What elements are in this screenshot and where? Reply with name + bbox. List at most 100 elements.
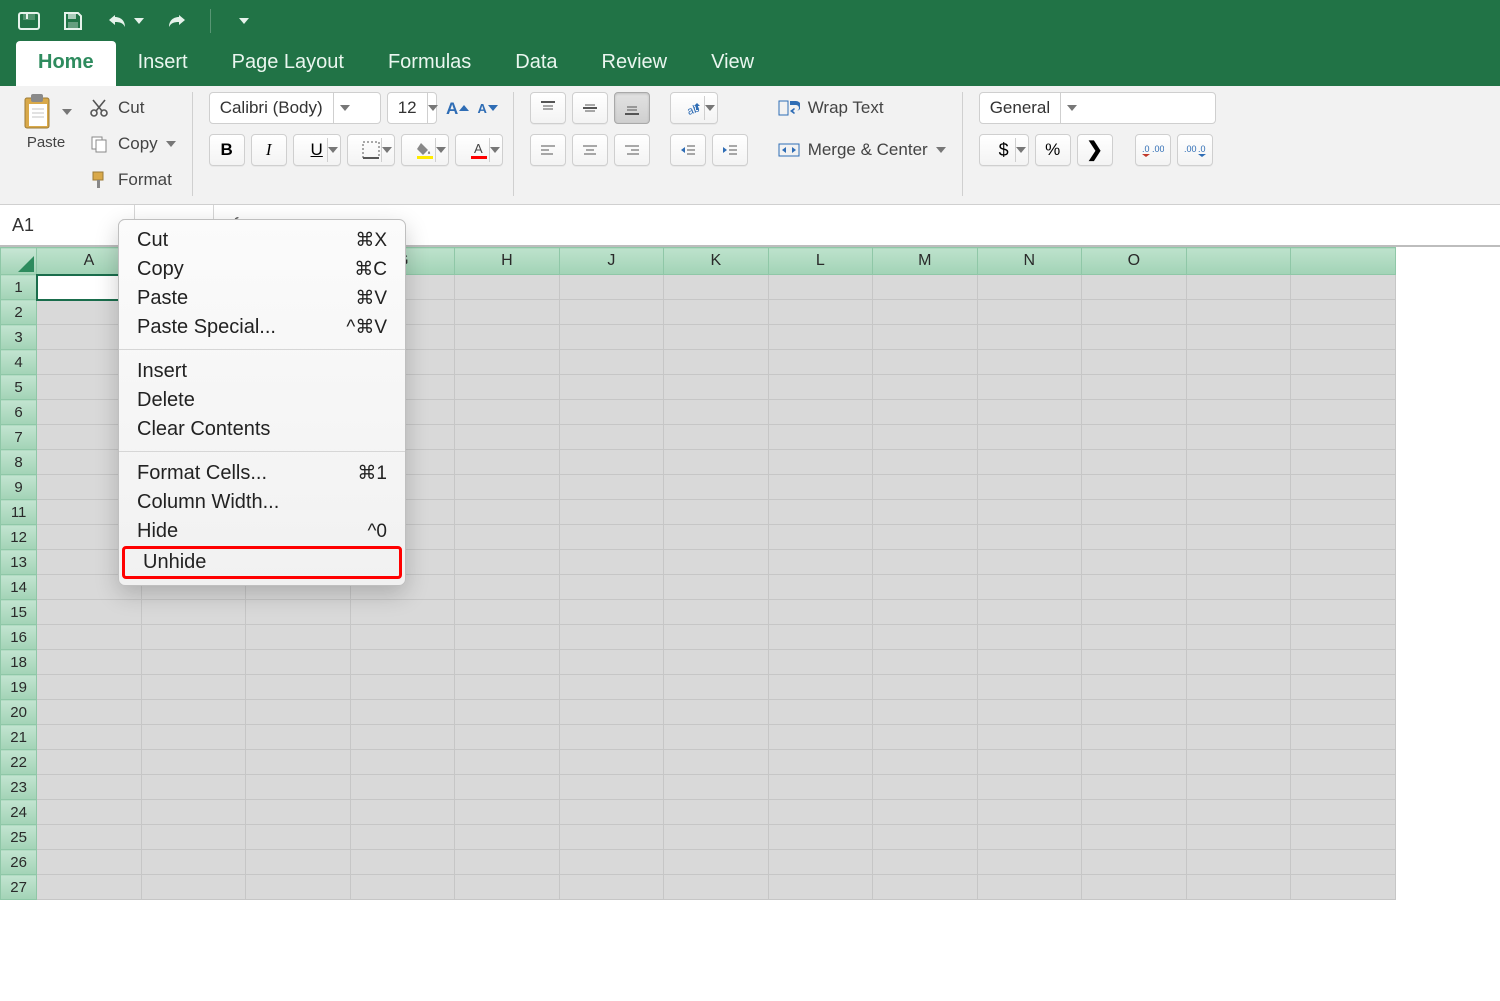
cell[interactable] bbox=[559, 850, 663, 875]
increase-decimal-button[interactable]: .0.00 bbox=[1135, 134, 1171, 166]
cell[interactable] bbox=[977, 275, 1081, 300]
currency-button[interactable]: $ bbox=[979, 134, 1029, 166]
cell[interactable] bbox=[141, 625, 245, 650]
cell[interactable] bbox=[873, 275, 977, 300]
cell[interactable] bbox=[246, 625, 350, 650]
col-header[interactable]: M bbox=[873, 248, 977, 275]
cell[interactable] bbox=[455, 650, 559, 675]
cell[interactable] bbox=[1186, 775, 1290, 800]
cell[interactable] bbox=[768, 800, 872, 825]
cell[interactable] bbox=[559, 400, 663, 425]
cell[interactable] bbox=[873, 350, 977, 375]
tab-formulas[interactable]: Formulas bbox=[366, 41, 493, 86]
row-header[interactable]: 6 bbox=[1, 400, 37, 425]
context-menu-item[interactable]: Hide^0 bbox=[119, 517, 405, 546]
cell[interactable] bbox=[246, 825, 350, 850]
cell[interactable] bbox=[768, 625, 872, 650]
row-header[interactable]: 23 bbox=[1, 775, 37, 800]
cell[interactable] bbox=[37, 650, 141, 675]
cell[interactable] bbox=[768, 425, 872, 450]
cell[interactable] bbox=[977, 500, 1081, 525]
cell[interactable] bbox=[455, 300, 559, 325]
cell[interactable] bbox=[246, 775, 350, 800]
cell[interactable] bbox=[1082, 650, 1186, 675]
cell[interactable] bbox=[246, 725, 350, 750]
orientation-button[interactable]: ab bbox=[670, 92, 718, 124]
row-header[interactable]: 19 bbox=[1, 675, 37, 700]
cell[interactable] bbox=[873, 675, 977, 700]
cell[interactable] bbox=[768, 600, 872, 625]
cell[interactable] bbox=[455, 275, 559, 300]
cell[interactable] bbox=[977, 875, 1081, 900]
cell[interactable] bbox=[1082, 375, 1186, 400]
cell[interactable] bbox=[1082, 550, 1186, 575]
cell[interactable] bbox=[559, 275, 663, 300]
cell[interactable] bbox=[977, 450, 1081, 475]
cell[interactable] bbox=[1186, 275, 1290, 300]
cell[interactable] bbox=[559, 500, 663, 525]
cell[interactable] bbox=[559, 750, 663, 775]
cell[interactable] bbox=[664, 500, 768, 525]
cell[interactable] bbox=[1291, 775, 1395, 800]
cell[interactable] bbox=[1186, 550, 1290, 575]
cell[interactable] bbox=[37, 850, 141, 875]
cell[interactable] bbox=[1082, 500, 1186, 525]
cell[interactable] bbox=[246, 800, 350, 825]
cell[interactable] bbox=[559, 600, 663, 625]
cell[interactable] bbox=[768, 325, 872, 350]
cell[interactable] bbox=[664, 700, 768, 725]
cell[interactable] bbox=[37, 750, 141, 775]
wrap-text-button[interactable]: Wrap Text bbox=[772, 92, 952, 124]
context-menu-item[interactable]: Paste⌘V bbox=[119, 284, 405, 313]
cell[interactable] bbox=[873, 800, 977, 825]
cell[interactable] bbox=[768, 825, 872, 850]
cell[interactable] bbox=[1186, 575, 1290, 600]
cell[interactable] bbox=[141, 700, 245, 725]
cell[interactable] bbox=[37, 725, 141, 750]
row-header[interactable]: 20 bbox=[1, 700, 37, 725]
row-header[interactable]: 7 bbox=[1, 425, 37, 450]
cell[interactable] bbox=[664, 850, 768, 875]
font-decrease-button[interactable]: A bbox=[473, 93, 503, 123]
cell[interactable] bbox=[977, 625, 1081, 650]
cell[interactable] bbox=[246, 675, 350, 700]
cell[interactable] bbox=[350, 700, 454, 725]
cell[interactable] bbox=[768, 275, 872, 300]
cell[interactable] bbox=[559, 425, 663, 450]
cell[interactable] bbox=[141, 725, 245, 750]
cell[interactable] bbox=[350, 825, 454, 850]
cell[interactable] bbox=[37, 675, 141, 700]
row-header[interactable]: 2 bbox=[1, 300, 37, 325]
cell[interactable] bbox=[559, 550, 663, 575]
tab-insert[interactable]: Insert bbox=[116, 41, 210, 86]
cell[interactable] bbox=[559, 725, 663, 750]
cell[interactable] bbox=[559, 675, 663, 700]
cell[interactable] bbox=[664, 800, 768, 825]
cell[interactable] bbox=[1082, 600, 1186, 625]
cell[interactable] bbox=[768, 550, 872, 575]
cell[interactable] bbox=[1186, 500, 1290, 525]
cell[interactable] bbox=[873, 300, 977, 325]
cell[interactable] bbox=[768, 450, 872, 475]
cell[interactable] bbox=[1082, 675, 1186, 700]
cell[interactable] bbox=[664, 750, 768, 775]
cell[interactable] bbox=[977, 475, 1081, 500]
cell[interactable] bbox=[455, 875, 559, 900]
cell[interactable] bbox=[664, 425, 768, 450]
cell[interactable] bbox=[1186, 825, 1290, 850]
cell[interactable] bbox=[1082, 775, 1186, 800]
cell[interactable] bbox=[1082, 825, 1186, 850]
cell[interactable] bbox=[1291, 550, 1395, 575]
worksheet-grid[interactable]: A E G H J K L M N O 12345678911121314151… bbox=[0, 247, 1500, 900]
cell[interactable] bbox=[141, 775, 245, 800]
cell[interactable] bbox=[1186, 850, 1290, 875]
align-center-button[interactable] bbox=[572, 134, 608, 166]
cell[interactable] bbox=[246, 700, 350, 725]
cell[interactable] bbox=[768, 475, 872, 500]
cell[interactable] bbox=[559, 625, 663, 650]
cell[interactable] bbox=[977, 650, 1081, 675]
cell[interactable] bbox=[664, 350, 768, 375]
context-menu-item-unhide[interactable]: Unhide bbox=[125, 550, 399, 575]
customize-qat-icon[interactable] bbox=[233, 8, 255, 34]
select-all-corner[interactable] bbox=[1, 248, 37, 275]
